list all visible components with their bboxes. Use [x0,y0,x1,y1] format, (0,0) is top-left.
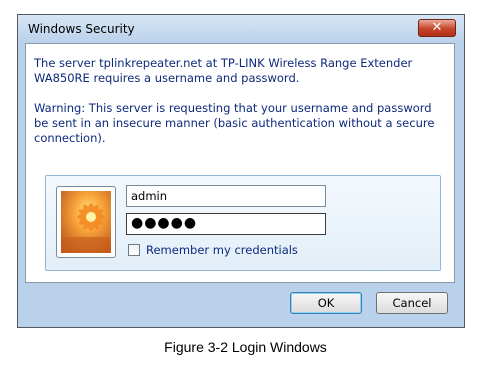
figure-caption: Figure 3-2 Login Windows [164,339,327,355]
title-bar: Windows Security ✕ [18,15,464,43]
ok-button[interactable]: OK [290,292,362,314]
page: Windows Security ✕ The server tplinkrepe… [0,0,491,365]
password-field[interactable]: ●●●●● [126,213,326,235]
window-title: Windows Security [28,22,135,36]
server-message: The server tplinkrepeater.net at TP-LINK… [34,56,444,86]
server-message-line-2: WA850RE requires a username and password… [34,71,300,85]
username-field[interactable]: admin [126,185,326,207]
user-flower-picture-icon [61,191,111,253]
cancel-button[interactable]: Cancel [376,292,448,314]
password-mask: ●●●●● [131,215,198,231]
credential-panel: admin ●●●●● Remember my credentials [45,175,441,271]
close-button[interactable]: ✕ [418,19,456,37]
remember-label: Remember my credentials [146,243,298,257]
close-icon: ✕ [431,20,443,35]
server-message-line-1: The server tplinkrepeater.net at TP-LINK… [34,56,413,70]
windows-security-dialog: Windows Security ✕ The server tplinkrepe… [17,14,465,328]
avatar [56,186,116,258]
content-area: The server tplinkrepeater.net at TP-LINK… [25,43,455,283]
security-warning: Warning: This server is requesting that … [34,101,435,145]
button-row: OK Cancel [18,283,464,327]
remember-checkbox[interactable] [128,244,140,256]
